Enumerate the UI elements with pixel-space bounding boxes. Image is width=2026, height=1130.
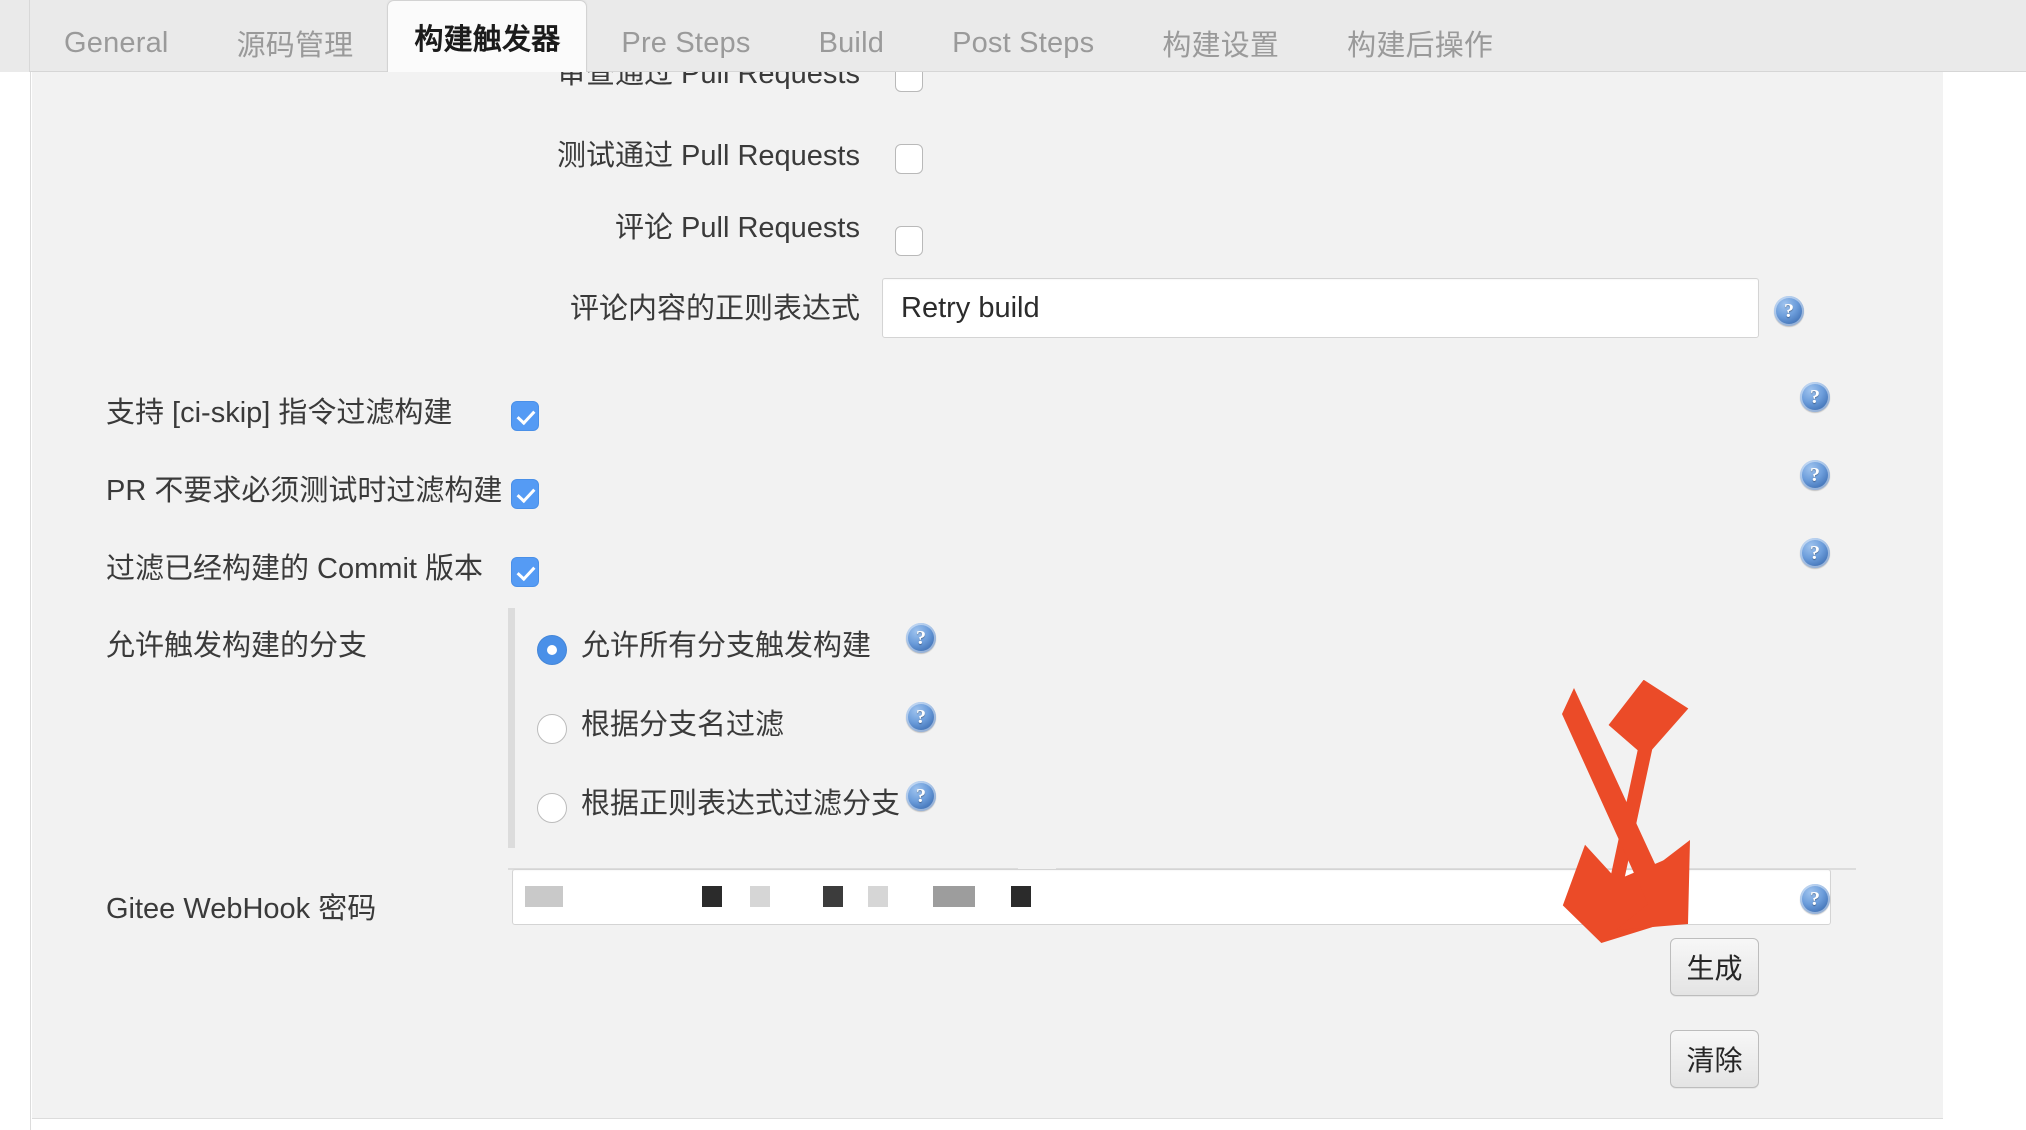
pr-no-test-filter-label: PR 不要求必须测试时过滤构建 bbox=[106, 475, 503, 507]
page-right-gutter bbox=[1943, 72, 2026, 1130]
page-left-gutter bbox=[0, 72, 31, 1130]
help-question-icon[interactable]: ? bbox=[1800, 884, 1830, 914]
tab-post-actions[interactable]: 构建后操作 bbox=[1313, 14, 1527, 72]
help-question-icon[interactable]: ? bbox=[906, 623, 936, 653]
help-question-icon[interactable]: ? bbox=[1800, 460, 1830, 490]
webhook-password-input[interactable] bbox=[512, 869, 1831, 925]
help-glyph: ? bbox=[1784, 300, 1794, 322]
help-question-icon[interactable]: ? bbox=[1800, 382, 1830, 412]
pr-no-test-filter-checkbox[interactable] bbox=[511, 479, 539, 509]
masked-char bbox=[750, 886, 770, 907]
tab-build-triggers[interactable]: 构建触发器 bbox=[387, 0, 588, 72]
comment-regex-label: 评论内容的正则表达式 bbox=[569, 293, 860, 325]
help-glyph: ? bbox=[1810, 888, 1820, 910]
ci-skip-filter-label: 支持 [ci-skip] 指令过滤构建 bbox=[106, 397, 453, 429]
generate-button[interactable]: 生成 bbox=[1670, 938, 1759, 996]
comment-regex-input[interactable]: Retry build bbox=[882, 278, 1759, 338]
masked-char bbox=[933, 886, 975, 907]
tab-build[interactable]: Build bbox=[785, 14, 919, 72]
test-passed-pr-checkbox[interactable] bbox=[895, 144, 923, 174]
clear-button[interactable]: 清除 bbox=[1670, 1030, 1759, 1088]
help-glyph: ? bbox=[1810, 386, 1820, 408]
help-question-icon[interactable]: ? bbox=[906, 702, 936, 732]
tab-pre-steps[interactable]: Pre Steps bbox=[587, 14, 784, 72]
test-passed-pr-label: 测试通过 Pull Requests bbox=[557, 140, 860, 172]
masked-char bbox=[702, 886, 722, 907]
help-glyph: ? bbox=[916, 785, 926, 807]
radio-filter-by-regex-label: 根据正则表达式过滤分支 bbox=[581, 788, 901, 820]
tab-post-steps[interactable]: Post Steps bbox=[918, 14, 1128, 72]
tab-build-settings[interactable]: 构建设置 bbox=[1128, 14, 1313, 72]
tab-scm[interactable]: 源码管理 bbox=[203, 14, 388, 72]
tab-general[interactable]: General bbox=[30, 14, 203, 72]
webhook-password-label: Gitee WebHook 密码 bbox=[106, 893, 377, 925]
filter-built-commit-label: 过滤已经构建的 Commit 版本 bbox=[106, 553, 484, 585]
radio-allow-all-branches[interactable] bbox=[537, 635, 567, 665]
masked-char bbox=[823, 886, 843, 907]
radio-allow-all-branches-label: 允许所有分支触发构建 bbox=[581, 630, 872, 662]
help-glyph: ? bbox=[1810, 542, 1820, 564]
tabbar-left-edge bbox=[0, 0, 30, 72]
comment-pr-label: 评论 Pull Requests bbox=[615, 212, 860, 244]
panel-bottom-edge bbox=[32, 1118, 1943, 1130]
radio-filter-by-branch-name[interactable] bbox=[537, 714, 567, 744]
settings-tabbar: General 源码管理 构建触发器 Pre Steps Build Post … bbox=[0, 0, 2026, 72]
comment-pr-checkbox[interactable] bbox=[895, 226, 923, 256]
help-question-icon[interactable]: ? bbox=[1774, 296, 1804, 326]
help-glyph: ? bbox=[1810, 464, 1820, 486]
masked-char bbox=[1011, 886, 1031, 907]
radio-group-divider bbox=[508, 608, 515, 848]
radio-filter-by-branch-name-label: 根据分支名过滤 bbox=[581, 709, 785, 741]
help-glyph: ? bbox=[916, 706, 926, 728]
masked-char bbox=[525, 886, 563, 907]
allowed-branch-group-label: 允许触发构建的分支 bbox=[106, 630, 368, 662]
masked-char bbox=[868, 886, 888, 907]
help-glyph: ? bbox=[916, 627, 926, 649]
app-root: 审查通过 Pull Requests 测试通过 Pull Requests 评论… bbox=[0, 0, 2026, 1130]
help-question-icon[interactable]: ? bbox=[906, 781, 936, 811]
filter-built-commit-checkbox[interactable] bbox=[511, 557, 539, 587]
ci-skip-filter-checkbox[interactable] bbox=[511, 401, 539, 431]
help-question-icon[interactable]: ? bbox=[1800, 538, 1830, 568]
tabbar-tablist: General 源码管理 构建触发器 Pre Steps Build Post … bbox=[30, 0, 1527, 72]
radio-filter-by-regex[interactable] bbox=[537, 793, 567, 823]
